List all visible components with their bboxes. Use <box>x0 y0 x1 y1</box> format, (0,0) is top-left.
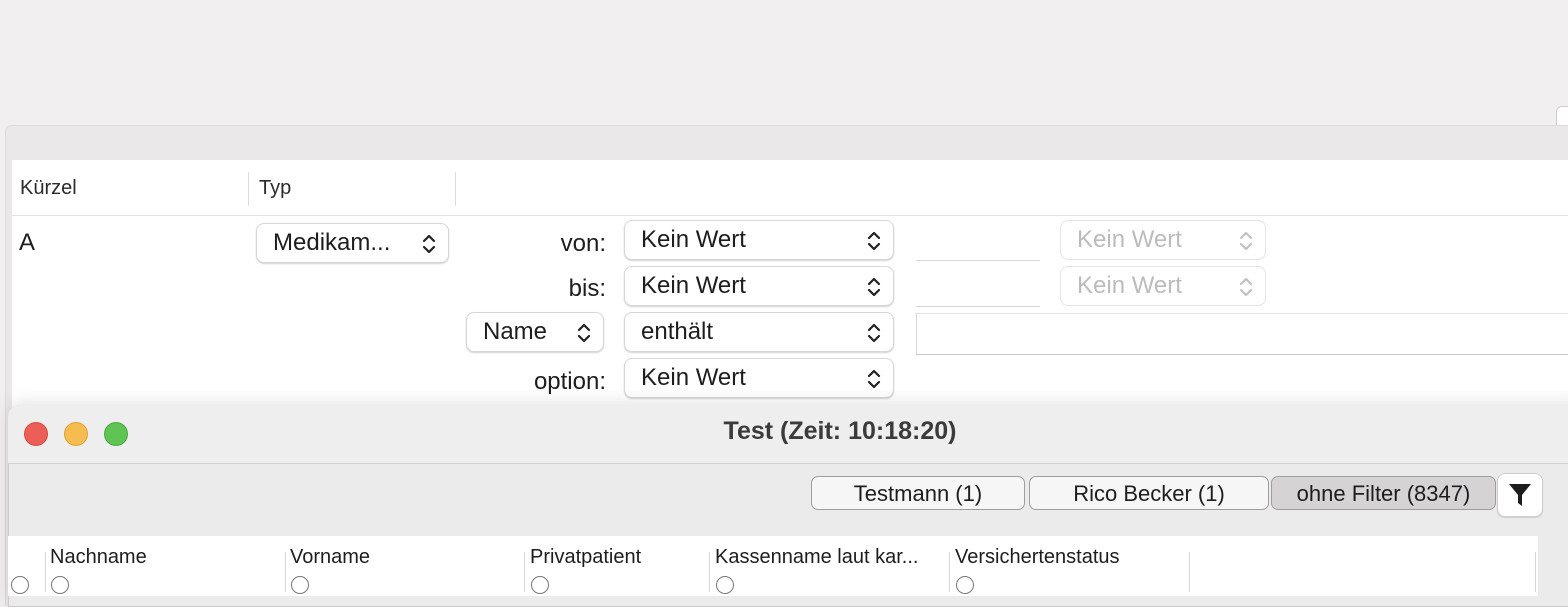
bis-popup[interactable]: Kein Wert <box>624 266 894 306</box>
condition-popup[interactable]: enthält <box>624 312 894 352</box>
column-divider <box>524 552 525 592</box>
minimize-window-button[interactable] <box>64 422 88 446</box>
chevron-updown-icon <box>867 276 881 298</box>
column-divider <box>709 552 710 592</box>
row-select-radio[interactable] <box>11 576 29 594</box>
bis-secondary-popup: Kein Wert <box>1060 266 1266 306</box>
filter-button-ohne-filter[interactable]: ohne Filter (8347) <box>1271 476 1496 510</box>
filter-radio-vorname[interactable] <box>291 576 309 594</box>
chevron-updown-icon <box>422 233 436 255</box>
typ-popup[interactable]: Medikam... <box>256 223 449 263</box>
column-header-typ[interactable]: Typ <box>259 177 291 200</box>
zoom-window-button[interactable] <box>104 422 128 446</box>
table-header-versichertenstatus[interactable]: Versichertenstatus <box>955 546 1120 569</box>
chevron-updown-icon <box>1239 276 1253 298</box>
filter-radio-privatpatient[interactable] <box>531 576 549 594</box>
von-secondary-value: Kein Wert <box>1077 226 1182 253</box>
filter-button-rico-becker[interactable]: Rico Becker (1) <box>1029 476 1269 510</box>
table-header-privatpatient[interactable]: Privatpatient <box>530 546 641 569</box>
von-popup-value: Kein Wert <box>641 226 746 253</box>
column-divider <box>949 552 950 592</box>
close-window-button[interactable] <box>24 422 48 446</box>
column-divider <box>45 552 46 592</box>
typ-popup-value: Medikam... <box>273 229 391 256</box>
von-secondary-popup: Kein Wert <box>1060 220 1266 260</box>
chevron-updown-icon <box>867 368 881 390</box>
von-input[interactable] <box>916 222 1040 261</box>
funnel-icon <box>1509 484 1531 506</box>
von-label: von: <box>560 230 606 257</box>
search-value-input[interactable] <box>916 313 1568 355</box>
bis-input[interactable] <box>916 268 1040 307</box>
bis-label: bis: <box>568 275 606 302</box>
field-select-popup[interactable]: Name <box>466 312 604 352</box>
column-divider <box>1535 552 1536 592</box>
chevron-updown-icon <box>577 322 591 344</box>
condition-value: enthält <box>641 318 714 345</box>
option-label: option: <box>533 368 606 395</box>
bis-secondary-value: Kein Wert <box>1077 272 1182 299</box>
von-popup[interactable]: Kein Wert <box>624 220 894 260</box>
bis-popup-value: Kein Wert <box>641 272 746 299</box>
kuerzel-cell: A <box>19 229 36 256</box>
table-header-kassenname[interactable]: Kassenname laut kar... <box>715 546 918 569</box>
column-divider <box>1189 552 1190 592</box>
field-select-value: Name <box>483 318 548 345</box>
option-popup-value: Kein Wert <box>641 364 746 391</box>
column-divider <box>455 172 456 206</box>
chevron-updown-icon <box>867 322 881 344</box>
table-header-vorname[interactable]: Vorname <box>290 546 370 569</box>
chevron-updown-icon <box>1239 230 1253 252</box>
column-divider <box>285 552 286 592</box>
filter-funnel-button[interactable] <box>1497 473 1543 517</box>
option-popup[interactable]: Kein Wert <box>624 358 894 398</box>
chevron-updown-icon <box>867 230 881 252</box>
header-divider <box>12 215 1568 216</box>
column-header-kuerzel[interactable]: Kürzel <box>20 177 77 200</box>
filter-radio-nachname[interactable] <box>51 576 69 594</box>
table-header-nachname[interactable]: Nachname <box>50 546 147 569</box>
window-title: Test (Zeit: 10:18:20) <box>723 417 957 445</box>
filter-radio-kassenname[interactable] <box>716 576 734 594</box>
column-divider <box>248 172 249 206</box>
filter-button-testmann[interactable]: Testmann (1) <box>811 476 1025 510</box>
filter-radio-versichertenstatus[interactable] <box>956 576 974 594</box>
